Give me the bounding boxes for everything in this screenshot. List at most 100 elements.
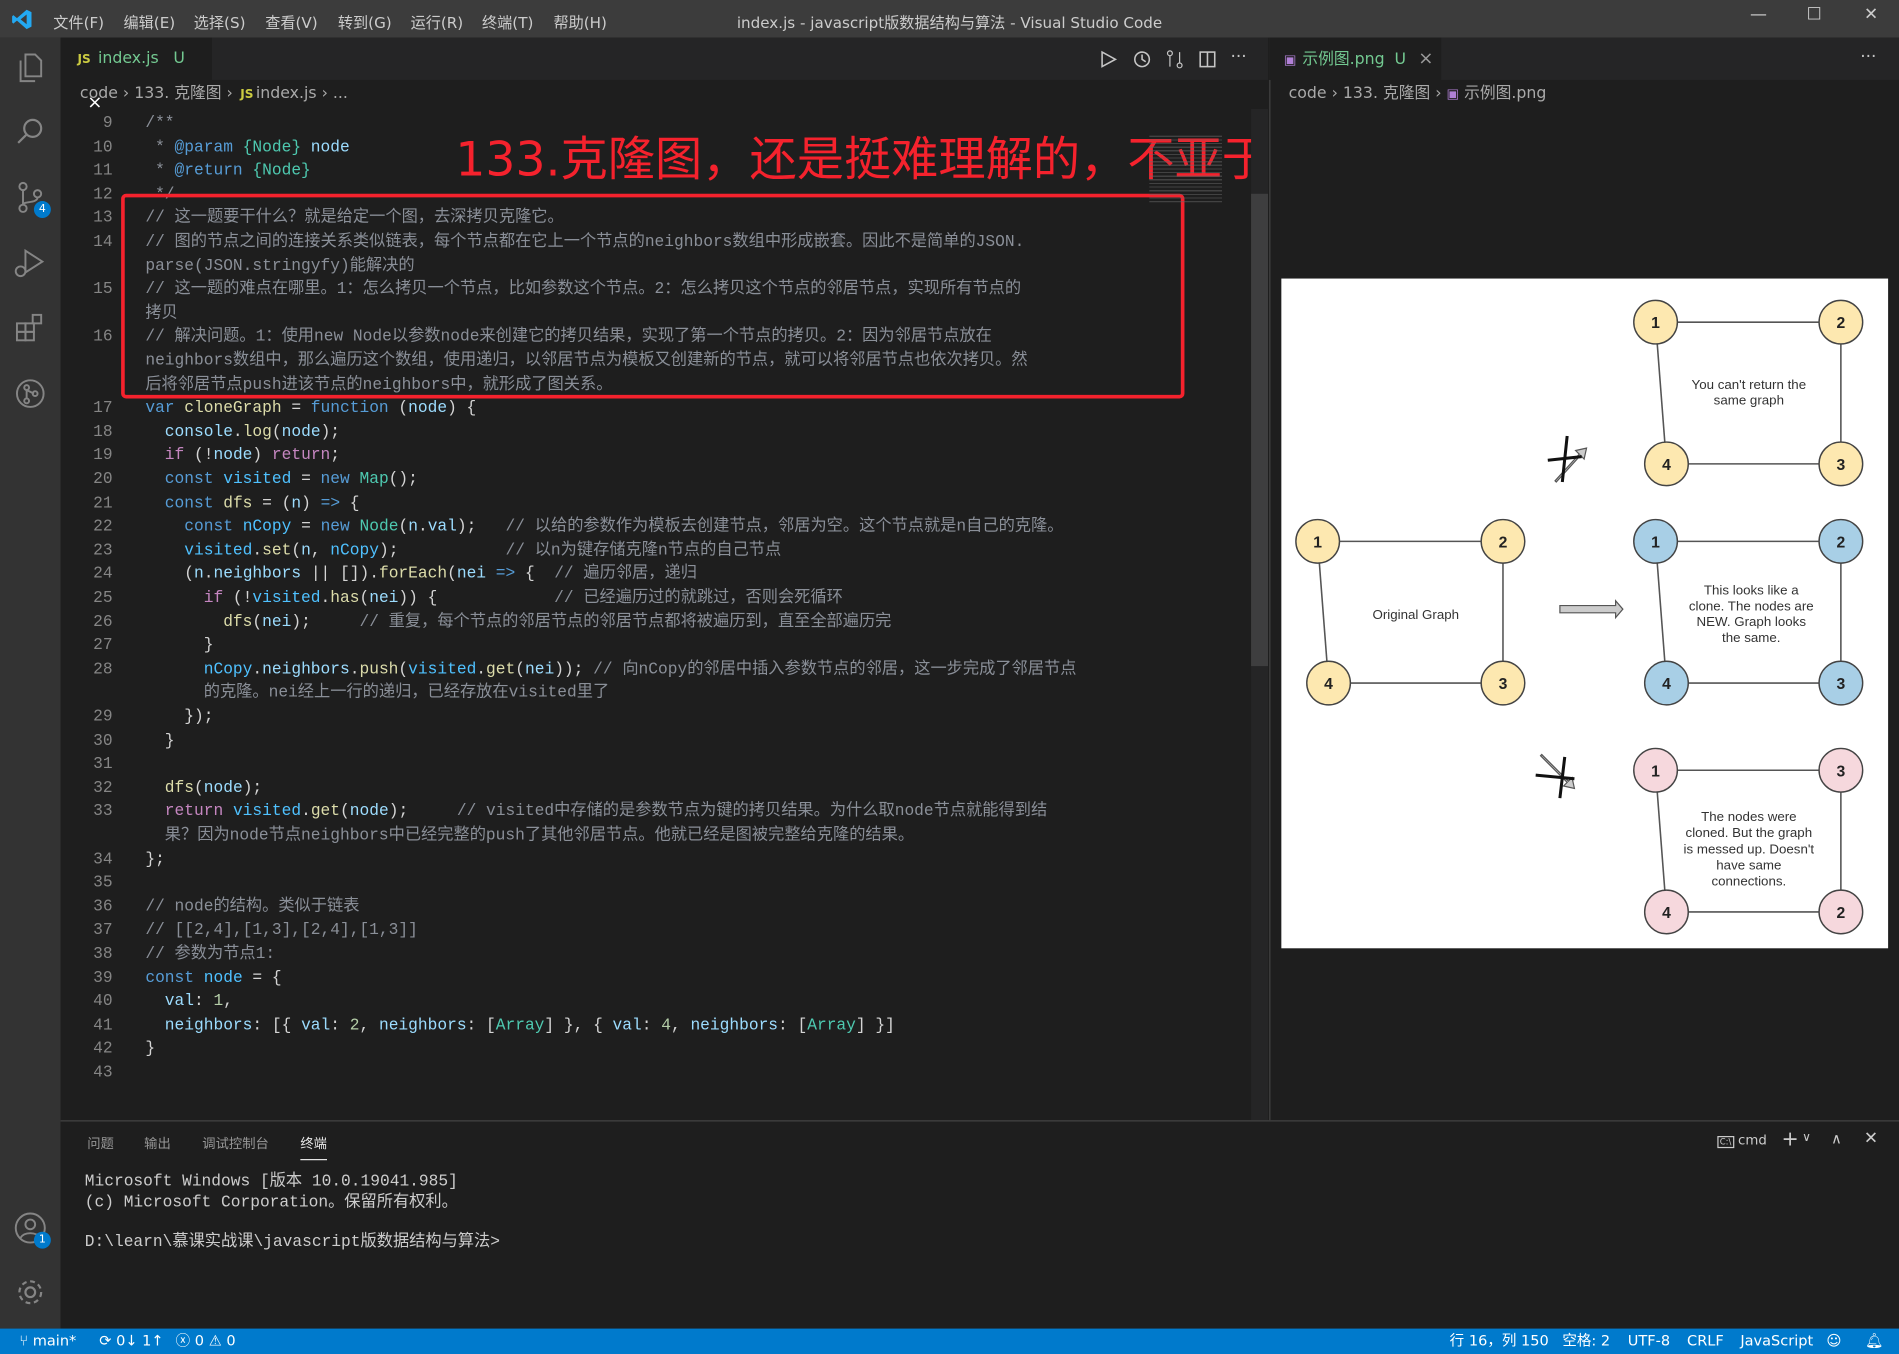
open-changes-icon[interactable] [1165, 50, 1184, 69]
notifications-bell-icon[interactable]: 🔔︎ [1865, 1329, 1883, 1354]
branch-indicator[interactable]: ⑂ main* [19, 1329, 76, 1354]
account-icon[interactable]: 1 [12, 1210, 51, 1249]
code-line[interactable]: 41 neighbors: [{ val: 2, neighbors: [Arr… [61, 1015, 1139, 1039]
maximize-panel-icon[interactable]: ∧ [1831, 1130, 1842, 1147]
code-line[interactable]: 25 if (!visited.has(nei)) { // 已经遍历过的就跳过… [61, 587, 1139, 611]
code-line[interactable]: 30 } [61, 730, 1139, 754]
tab-output[interactable]: 输出 [144, 1134, 171, 1153]
status-bar: ⑂ main* ⟳ 0↓ 1↑ ⓧ 0 ⚠ 0 行 16，列 150 空格: 2… [0, 1328, 1899, 1354]
code-line[interactable]: 29 }); [61, 706, 1139, 730]
error-count: 0 [194, 1332, 205, 1350]
code-token: ( [359, 589, 370, 608]
code-line[interactable]: 21 const dfs = (n) => { [61, 492, 1139, 516]
settings-gear-icon[interactable] [12, 1274, 48, 1310]
minimap[interactable] [1144, 109, 1251, 1120]
graph-caption: clone. The nodes are [1689, 598, 1814, 613]
tab-example-png[interactable]: ▣ 示例图.png U × [1269, 37, 1442, 80]
code-line[interactable]: 17 var cloneGraph = function (node) { [61, 397, 1139, 421]
code-line[interactable]: 27 } [61, 635, 1139, 659]
menu-terminal[interactable]: 终端(T) [482, 10, 533, 33]
git-graph-icon[interactable] [12, 375, 48, 411]
line-number: 17 [93, 399, 113, 419]
code-line[interactable]: 26 dfs(nei); // 重复，每个节点的邻居节点的邻居节点都将被遍历到，… [61, 611, 1139, 635]
code-line[interactable]: 33 return visited.get(node); // visited中… [61, 801, 1139, 825]
chevron-down-icon[interactable]: ∨ [1802, 1131, 1811, 1144]
breadcrumb-item[interactable]: ... [333, 85, 348, 103]
breadcrumb-item[interactable]: 示例图.png [1464, 85, 1546, 103]
menu-go[interactable]: 转到(G) [338, 10, 392, 33]
tab-debug-console[interactable]: 调试控制台 [202, 1134, 269, 1153]
breadcrumb-item[interactable]: 133. 克隆图 [134, 85, 221, 103]
breadcrumb-item[interactable]: 133. 克隆图 [1343, 85, 1430, 103]
cursor-position[interactable]: 行 16，列 150 [1450, 1329, 1549, 1354]
menu-selection[interactable]: 选择(S) [194, 10, 246, 33]
maximize-button[interactable]: ☐ [1790, 5, 1838, 32]
run-file-icon[interactable] [1098, 50, 1118, 69]
encoding[interactable]: UTF-8 [1628, 1329, 1670, 1354]
code-token: ); [242, 779, 263, 798]
code-line[interactable]: 24 (n.neighbors || []).forEach(nei => { … [61, 564, 1139, 588]
indentation[interactable]: 空格: 2 [1562, 1329, 1610, 1354]
menu-help[interactable]: 帮助(H) [553, 10, 606, 33]
explorer-icon[interactable] [12, 50, 48, 86]
sync-indicator[interactable]: ⟳ 0↓ 1↑ [99, 1329, 163, 1354]
code-line[interactable]: 23 visited.set(n, nCopy); // 以n为键存储克隆n节点… [61, 540, 1139, 564]
code-line[interactable]: 37 // [[2,4],[1,3],[2,4],[1,3]] [61, 920, 1139, 944]
code-line[interactable]: 19 if (!node) return; [61, 445, 1139, 469]
code-line[interactable]: 32 dfs(node); [61, 777, 1139, 801]
breadcrumb-item[interactable]: code [80, 85, 118, 103]
tab-problems[interactable]: 问题 [87, 1134, 114, 1153]
menu-file[interactable]: 文件(F) [53, 10, 104, 33]
menu-edit[interactable]: 编辑(E) [124, 10, 176, 33]
code-line[interactable]: 43 [61, 1062, 1139, 1086]
code-line[interactable]: 35 [61, 872, 1139, 896]
terminal-prompt[interactable]: D:\learn\慕课实战课\javascript版数据结构与算法> [85, 1227, 500, 1252]
code-line[interactable]: 38 // 参数为节点1: [61, 943, 1139, 967]
close-tab-icon[interactable]: × [1418, 47, 1433, 69]
problems-indicator[interactable]: ⓧ 0 ⚠ 0 [176, 1329, 236, 1354]
terminal-shell-select[interactable]: C:\ cmd [1717, 1132, 1767, 1149]
untracked-status: U [173, 49, 185, 68]
code-line[interactable]: 20 const visited = new Map(); [61, 469, 1139, 493]
tab-terminal[interactable]: 终端 [300, 1134, 327, 1161]
minimize-button[interactable]: — [1734, 5, 1782, 32]
source-control-icon[interactable]: 4 [12, 179, 51, 218]
code-line[interactable]: 42} [61, 1038, 1139, 1062]
close-window-button[interactable]: ✕ [1847, 5, 1895, 32]
breadcrumb-item[interactable]: index.js [256, 85, 317, 103]
search-icon[interactable] [12, 114, 48, 150]
code-token: visited [184, 542, 253, 561]
code-line[interactable]: 28 nCopy.neighbors.push(visited.get(nei)… [61, 659, 1139, 683]
timeline-history-icon[interactable] [1132, 50, 1151, 69]
extensions-icon[interactable] [12, 310, 48, 346]
close-panel-icon[interactable]: ✕ [1864, 1129, 1878, 1148]
code-line[interactable]: 40 val: 1, [61, 991, 1139, 1015]
menu-run[interactable]: 运行(R) [411, 10, 464, 33]
language-mode[interactable]: JavaScript [1740, 1329, 1813, 1354]
code-line[interactable]: 39 const node = { [61, 967, 1139, 991]
breadcrumb-item[interactable]: code [1289, 85, 1327, 103]
code-line[interactable]: 22 const nCopy = new Node(n.val); // 以给的… [61, 516, 1139, 540]
code-line[interactable]: 31 [61, 754, 1139, 778]
feedback-icon[interactable]: ☺ [1826, 1329, 1841, 1354]
line-number: 15 [93, 281, 113, 300]
more-actions-icon[interactable]: ··· [1230, 47, 1246, 66]
new-terminal-icon[interactable]: + [1782, 1128, 1799, 1152]
code-line[interactable]: 果？因为node节点neighbors中已经完整的push了其他邻居节点。他就已… [61, 825, 1139, 849]
code-token: ( [388, 399, 409, 419]
tab-index-js[interactable]: JS index.js U × [60, 37, 212, 113]
menu-view[interactable]: 查看(V) [265, 10, 317, 33]
line-ending[interactable]: CRLF [1687, 1329, 1724, 1354]
code-token: (! [184, 447, 214, 466]
more-actions-icon[interactable]: ··· [1860, 47, 1876, 66]
run-debug-icon[interactable] [12, 245, 48, 281]
split-editor-icon[interactable] [1198, 50, 1217, 69]
scrollbar-thumb[interactable] [1251, 193, 1269, 667]
code-line[interactable]: 36 // node的结构。类似于链表 [61, 896, 1139, 920]
code-line[interactable]: 34}; [61, 848, 1139, 872]
code-line[interactable]: 的克隆。nei经上一行的递归，已经存放在visited里了 [61, 682, 1139, 706]
code-token: push [359, 661, 399, 680]
code-line[interactable]: 18 console.log(node); [61, 421, 1139, 445]
graph-caption: This looks like a [1704, 583, 1799, 598]
